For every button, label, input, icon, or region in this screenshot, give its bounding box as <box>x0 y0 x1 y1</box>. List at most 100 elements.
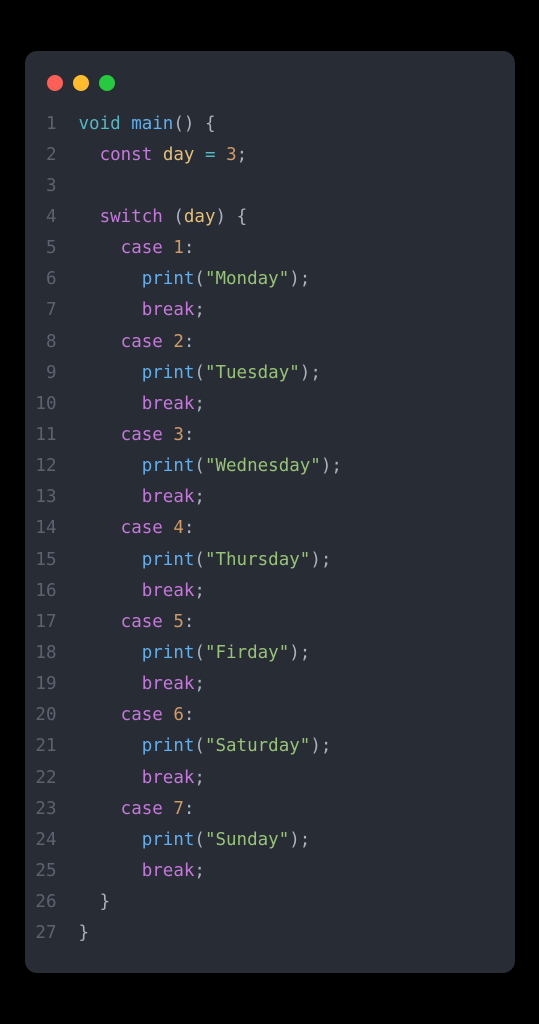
code-line: 10 break; <box>25 389 515 420</box>
token-num: 7 <box>173 799 184 819</box>
line-number: 11 <box>25 420 79 451</box>
token-punc: () { <box>173 114 215 134</box>
window-titlebar <box>25 71 515 109</box>
token-str: "Wednesday" <box>205 456 321 476</box>
code-line: 9 print("Tuesday"); <box>25 358 515 389</box>
line-number: 14 <box>25 513 79 544</box>
line-number: 19 <box>25 669 79 700</box>
token-punc: ( <box>194 830 205 850</box>
token-punc: ( <box>194 550 205 570</box>
line-number: 22 <box>25 763 79 794</box>
code-content: switch (day) { <box>79 202 515 233</box>
line-number: 5 <box>25 233 79 264</box>
token-num: 1 <box>173 238 184 258</box>
token-kw: break <box>142 581 195 601</box>
code-content: break; <box>79 856 515 887</box>
code-content: break; <box>79 576 515 607</box>
code-line: 15 print("Thursday"); <box>25 545 515 576</box>
token-plain <box>216 145 227 165</box>
token-punc: ); <box>300 363 321 383</box>
line-number: 23 <box>25 794 79 825</box>
token-punc: : <box>184 518 195 538</box>
line-number: 12 <box>25 451 79 482</box>
token-str: "Monday" <box>205 269 289 289</box>
token-fn: print <box>142 550 195 570</box>
token-str: "Tuesday" <box>205 363 300 383</box>
token-plain <box>163 612 174 632</box>
code-line: 1void main() { <box>25 109 515 140</box>
token-plain <box>152 145 163 165</box>
token-punc: ( <box>194 736 205 756</box>
code-line: 13 break; <box>25 482 515 513</box>
token-num: 6 <box>173 705 184 725</box>
code-line: 2 const day = 3; <box>25 140 515 171</box>
code-line: 14 case 4: <box>25 513 515 544</box>
line-number: 10 <box>25 389 79 420</box>
close-icon[interactable] <box>47 75 63 91</box>
token-kw: break <box>142 300 195 320</box>
token-fn: print <box>142 830 195 850</box>
token-punc: } <box>79 923 90 943</box>
line-number: 17 <box>25 607 79 638</box>
line-number: 2 <box>25 140 79 171</box>
token-plain <box>163 518 174 538</box>
line-number: 7 <box>25 295 79 326</box>
line-number: 8 <box>25 327 79 358</box>
code-content: break; <box>79 669 515 700</box>
code-line: 26 } <box>25 887 515 918</box>
code-content: case 6: <box>79 700 515 731</box>
line-number: 3 <box>25 171 79 202</box>
token-punc: ); <box>289 643 310 663</box>
code-content: } <box>79 918 515 949</box>
token-kw: break <box>142 394 195 414</box>
line-number: 6 <box>25 264 79 295</box>
token-kw: break <box>142 487 195 507</box>
token-kw: case <box>121 612 163 632</box>
token-punc: ); <box>321 456 342 476</box>
token-fn: print <box>142 269 195 289</box>
line-number: 18 <box>25 638 79 669</box>
token-punc: ) { <box>216 207 248 227</box>
code-line: 23 case 7: <box>25 794 515 825</box>
code-line: 16 break; <box>25 576 515 607</box>
code-content: case 3: <box>79 420 515 451</box>
token-num: 3 <box>173 425 184 445</box>
line-number: 24 <box>25 825 79 856</box>
code-content: print("Saturday"); <box>79 731 515 762</box>
code-window: 1void main() {2 const day = 3;34 switch … <box>25 51 515 974</box>
code-line: 6 print("Monday"); <box>25 264 515 295</box>
line-number: 9 <box>25 358 79 389</box>
token-punc: ; <box>194 768 205 788</box>
token-op: = <box>205 145 216 165</box>
token-str: "Saturday" <box>205 736 310 756</box>
token-kw: case <box>121 518 163 538</box>
token-plain <box>163 799 174 819</box>
code-line: 27} <box>25 918 515 949</box>
token-num: 5 <box>173 612 184 632</box>
code-line: 11 case 3: <box>25 420 515 451</box>
token-plain <box>163 705 174 725</box>
line-number: 15 <box>25 545 79 576</box>
token-kw: break <box>142 674 195 694</box>
token-str: "Thursday" <box>205 550 310 570</box>
token-num: 3 <box>226 145 237 165</box>
code-line: 7 break; <box>25 295 515 326</box>
token-plain <box>163 238 174 258</box>
code-line: 8 case 2: <box>25 327 515 358</box>
code-content: case 2: <box>79 327 515 358</box>
minimize-icon[interactable] <box>73 75 89 91</box>
zoom-icon[interactable] <box>99 75 115 91</box>
token-fn: print <box>142 456 195 476</box>
code-content: print("Tuesday"); <box>79 358 515 389</box>
token-punc: ; <box>194 674 205 694</box>
code-line: 5 case 1: <box>25 233 515 264</box>
code-line: 12 print("Wednesday"); <box>25 451 515 482</box>
token-fn: print <box>142 363 195 383</box>
code-content: print("Monday"); <box>79 264 515 295</box>
token-punc: : <box>184 425 195 445</box>
token-kw: case <box>121 332 163 352</box>
code-content <box>79 171 515 202</box>
code-line: 21 print("Saturday"); <box>25 731 515 762</box>
code-area: 1void main() {2 const day = 3;34 switch … <box>25 109 515 950</box>
token-punc: ; <box>194 394 205 414</box>
